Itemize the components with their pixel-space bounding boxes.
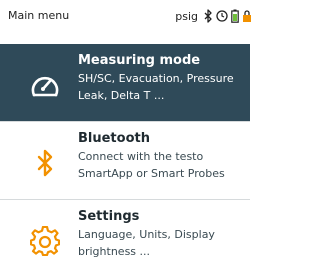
menu-item-measuring-mode[interactable]: Measuring mode SH/SC, Evacuation, Pressu… — [0, 44, 250, 121]
menu-item-description: Connect with the testo SmartApp or Smart… — [78, 150, 225, 180]
gear-icon — [30, 226, 60, 256]
menu-item-title: Measuring mode — [78, 53, 201, 68]
menu-item-settings[interactable]: Settings Language, Units, Display bright… — [0, 200, 250, 277]
bluetooth-icon — [37, 149, 53, 177]
bluetooth-icon — [204, 9, 212, 23]
pressure-unit-label: psig — [175, 9, 198, 23]
status-icons: psig — [175, 8, 252, 24]
status-bar: Main menu psig — [0, 0, 260, 36]
lock-icon — [243, 10, 251, 22]
page-title: Main menu — [8, 9, 70, 22]
menu-item-description: Language, Units, Display brightness ... — [78, 228, 215, 258]
menu-item-bluetooth[interactable]: Bluetooth Connect with the testo SmartAp… — [0, 122, 250, 199]
gauge-icon — [31, 76, 59, 97]
menu-item-title: Bluetooth — [78, 131, 150, 146]
menu-item-title: Settings — [78, 209, 140, 224]
menu-item-description: SH/SC, Evacuation, Pressure Leak, Delta … — [78, 72, 234, 102]
clock-icon — [216, 10, 228, 22]
battery-icon — [231, 9, 239, 23]
